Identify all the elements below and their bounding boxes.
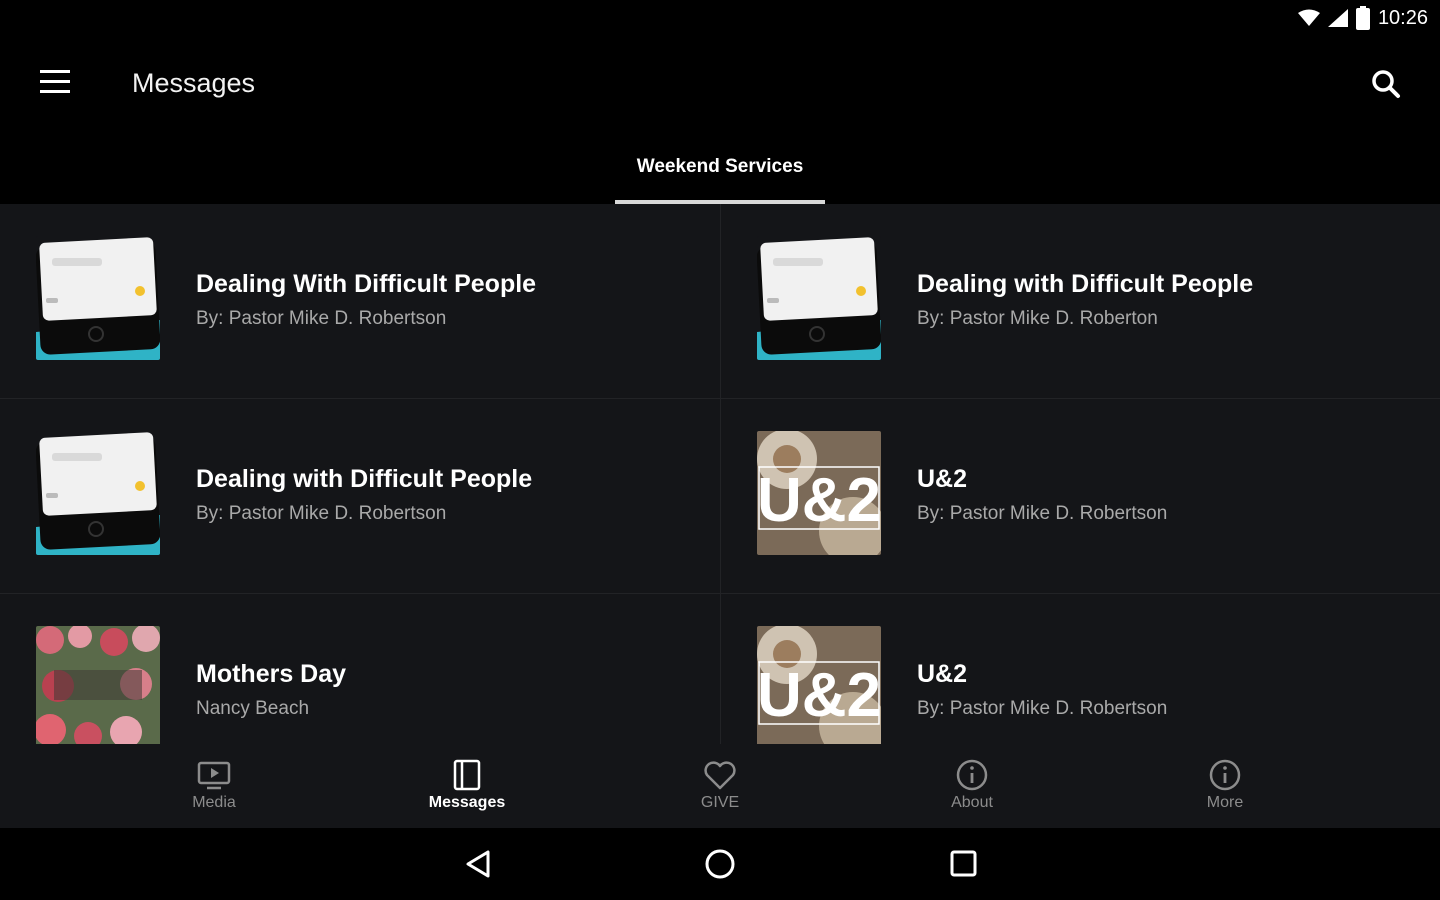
message-title: U&2: [917, 660, 968, 688]
u2-thumbnail-image: U&2: [757, 431, 881, 555]
message-speaker: Nancy Beach: [196, 698, 310, 719]
status-time: 10:26: [1377, 6, 1428, 29]
thumbnail-text: U&2: [757, 661, 881, 730]
message-speaker: By: Pastor Mike D. Robertson: [917, 698, 1168, 719]
phone-thumbnail-image: [757, 236, 881, 360]
page-title: Messages: [132, 68, 256, 98]
tab-label: Weekend Services: [636, 156, 804, 177]
app-bar: Messages: [0, 40, 1440, 130]
message-thumbnail: U&2: [757, 626, 881, 744]
nav-media[interactable]: Media: [154, 744, 274, 828]
thumbnail-text: U&2: [757, 466, 881, 535]
tab-weekend-services[interactable]: Weekend Services: [615, 130, 825, 204]
phone-thumbnail-image: [36, 236, 160, 360]
message-item[interactable]: U&2 U&2 By: Pastor Mike D. Robertson: [720, 399, 1440, 594]
search-icon: [1372, 70, 1400, 98]
message-speaker: By: Pastor Mike D. Robertson: [196, 503, 447, 524]
info-icon: [1209, 759, 1241, 791]
nav-more[interactable]: More: [1165, 744, 1285, 828]
home-button[interactable]: [700, 846, 740, 882]
message-item[interactable]: Dealing with Difficult People By: Pastor…: [0, 399, 720, 594]
phone-thumbnail-image: [36, 431, 160, 555]
message-item[interactable]: Mothers Day Nancy Beach: [0, 594, 720, 744]
nav-give[interactable]: GIVE: [660, 744, 780, 828]
heart-icon: [704, 761, 736, 790]
u2-thumbnail-image: U&2: [757, 626, 881, 744]
message-thumbnail: [36, 431, 160, 555]
message-speaker: By: Pastor Mike D. Robertson: [917, 503, 1168, 524]
message-item[interactable]: Dealing with Difficult People By: Pastor…: [720, 204, 1440, 399]
menu-icon-line: [40, 80, 70, 83]
flowers-thumbnail-image: [36, 626, 160, 744]
tab-bar: Weekend Services: [0, 130, 1440, 204]
wifi-icon: [1297, 9, 1320, 26]
system-navigation-bar: [0, 828, 1440, 900]
message-speaker: By: Pastor Mike D. Roberton: [917, 308, 1158, 329]
menu-icon-line: [40, 90, 70, 93]
tv-icon: [197, 761, 231, 790]
message-title: U&2: [917, 465, 968, 493]
status-bar: 10:26: [0, 0, 1440, 40]
nav-label: GIVE: [700, 794, 740, 811]
message-thumbnail: [757, 236, 881, 360]
nav-label: Messages: [428, 794, 506, 811]
message-thumbnail: [36, 626, 160, 744]
recents-icon: [950, 850, 977, 877]
message-thumbnail: [36, 236, 160, 360]
recents-button[interactable]: [943, 846, 983, 882]
bottom-navigation: Media Messages GIVE About More: [0, 744, 1440, 828]
message-title: Mothers Day: [196, 660, 347, 688]
home-icon: [705, 849, 735, 879]
message-grid: Dealing With Difficult People By: Pastor…: [0, 204, 1440, 744]
nav-label: Media: [192, 794, 236, 811]
nav-about[interactable]: About: [912, 744, 1032, 828]
message-item[interactable]: Dealing With Difficult People By: Pastor…: [0, 204, 720, 399]
back-button[interactable]: [458, 846, 498, 882]
nav-messages[interactable]: Messages: [407, 744, 527, 828]
book-icon: [453, 759, 481, 791]
message-title: Dealing with Difficult People: [196, 465, 533, 493]
message-title: Dealing With Difficult People: [196, 270, 537, 298]
message-item[interactable]: U&2 U&2 By: Pastor Mike D. Robertson: [720, 594, 1440, 744]
menu-button[interactable]: [34, 70, 74, 100]
message-speaker: By: Pastor Mike D. Robertson: [196, 308, 447, 329]
message-thumbnail: U&2: [757, 431, 881, 555]
nav-label: About: [951, 794, 993, 811]
search-button[interactable]: [1368, 66, 1404, 102]
back-icon: [466, 850, 490, 878]
info-icon: [956, 759, 988, 791]
message-title: Dealing with Difficult People: [917, 270, 1254, 298]
signal-icon: [1327, 9, 1348, 27]
battery-icon: [1355, 6, 1370, 30]
nav-label: More: [1206, 794, 1244, 811]
menu-icon-line: [40, 70, 70, 73]
